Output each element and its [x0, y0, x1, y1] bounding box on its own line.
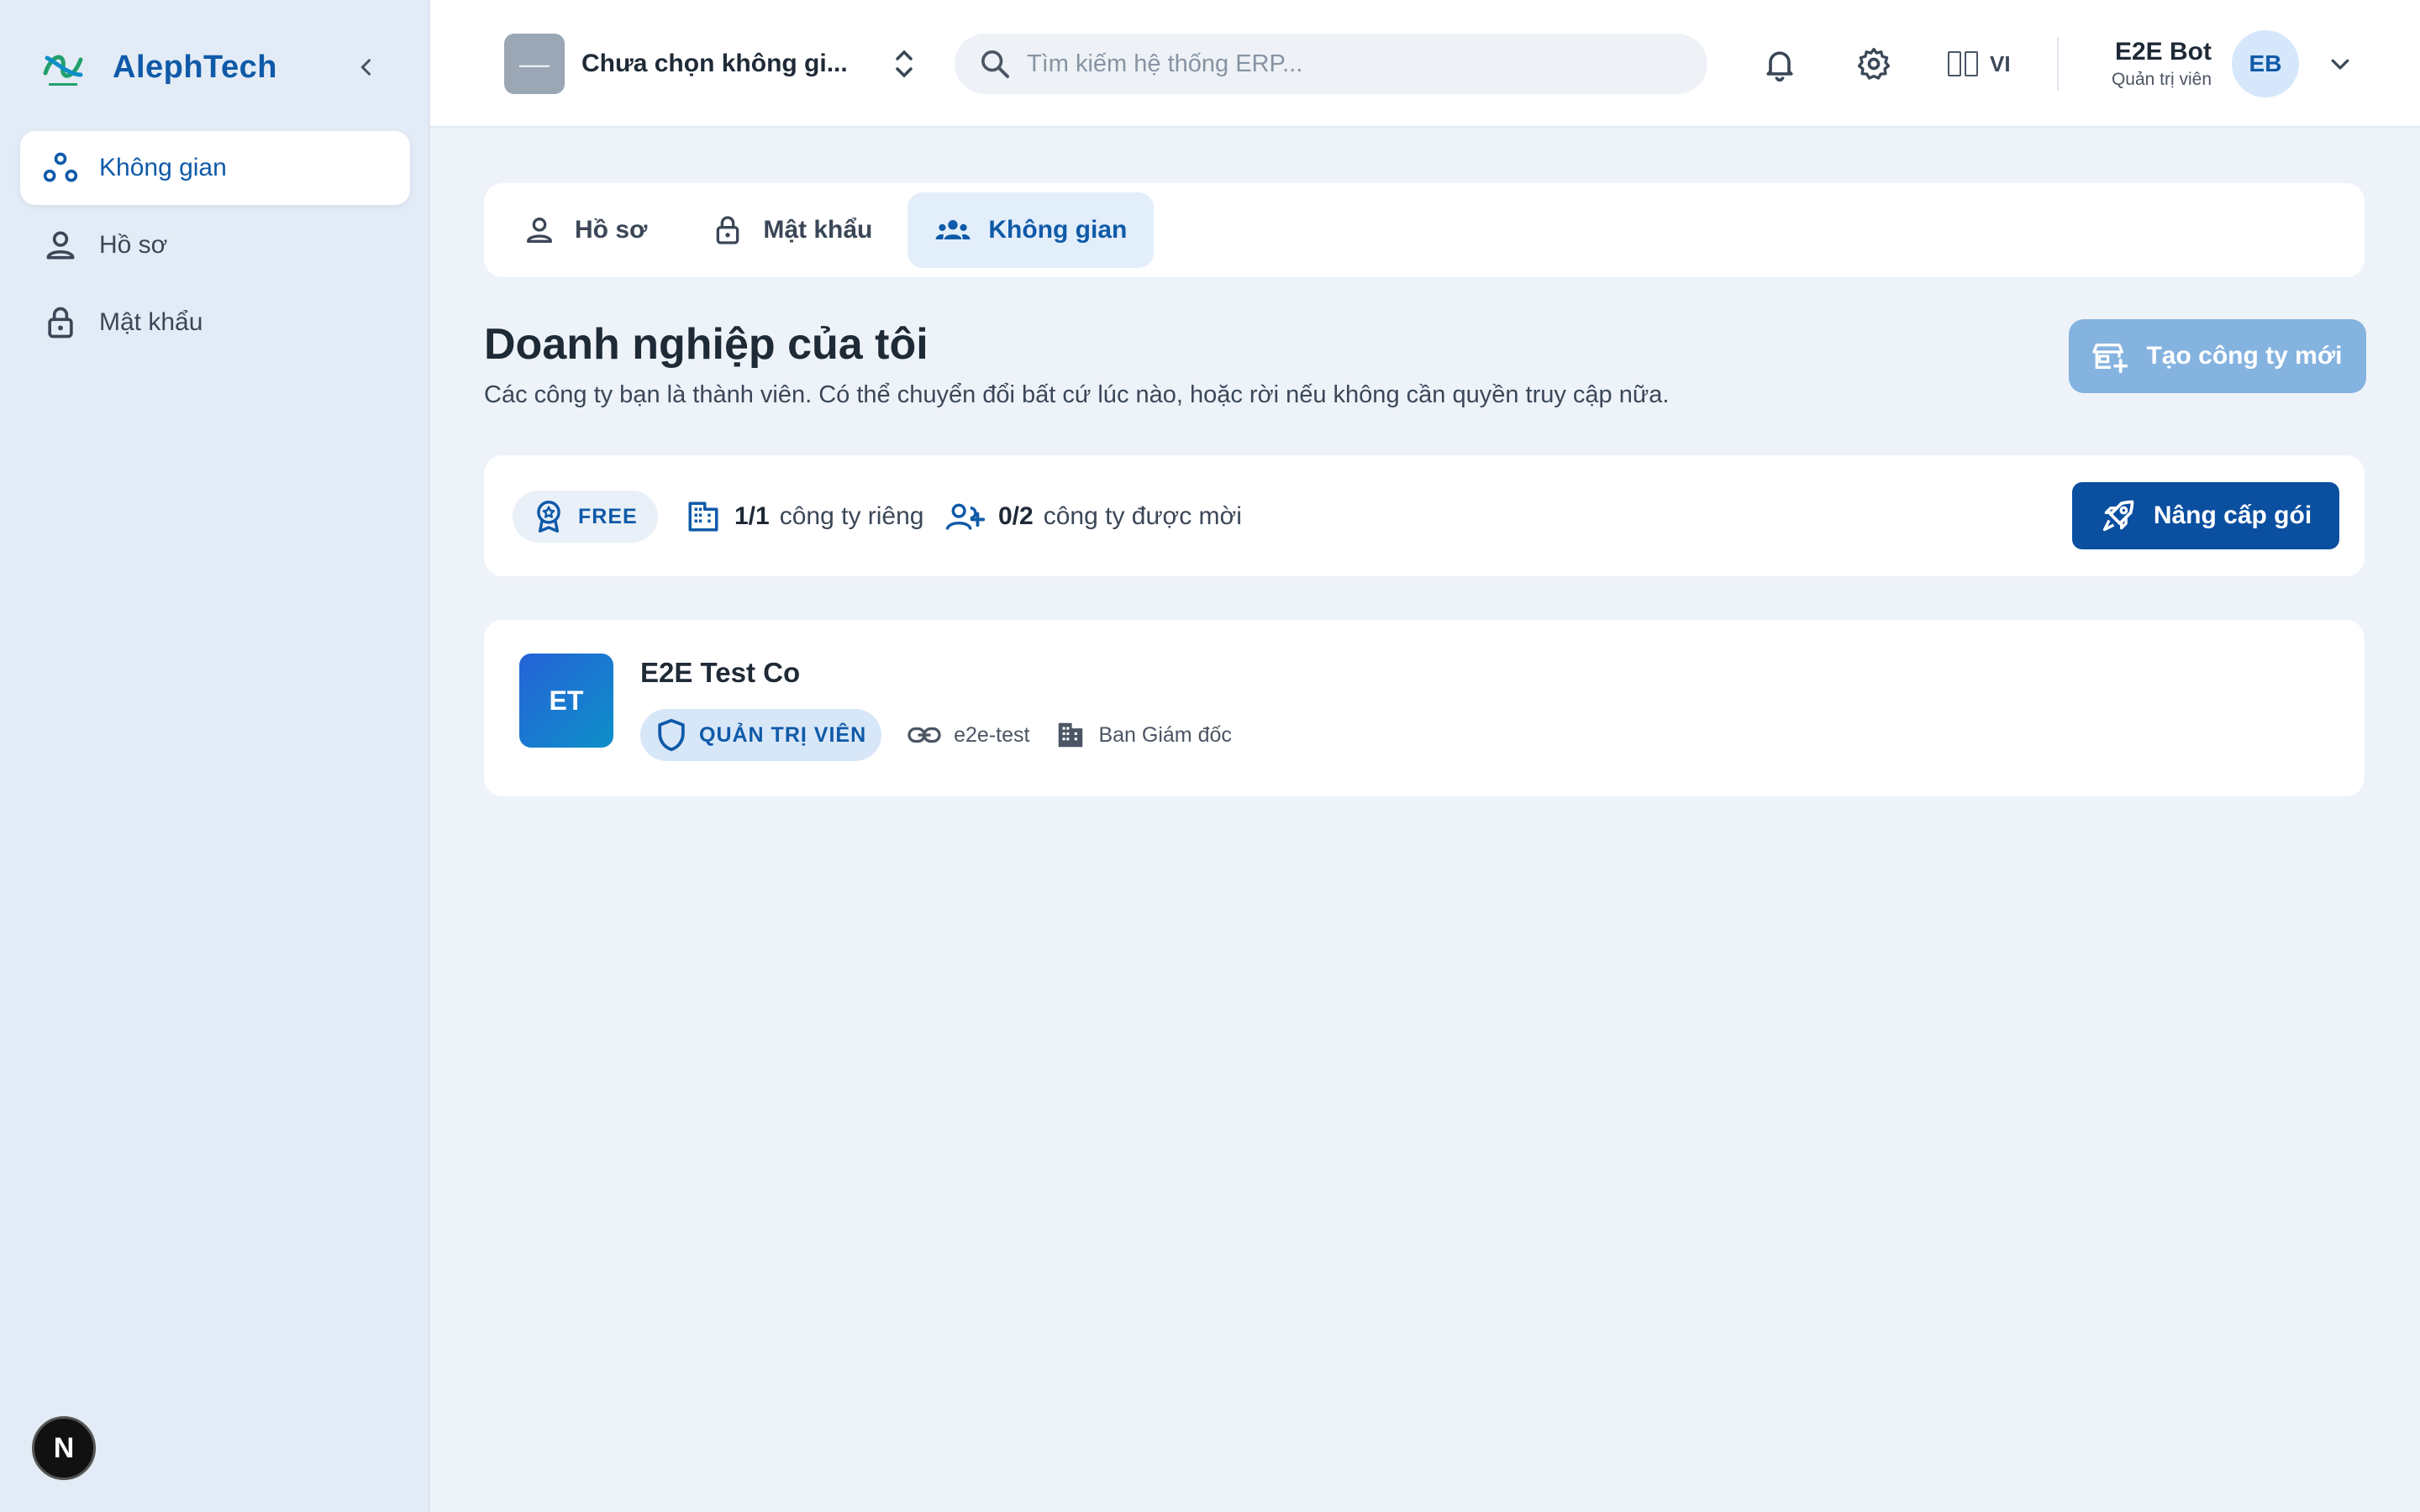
company-department-text: Ban Giám đốc	[1098, 722, 1232, 747]
settings-button[interactable]	[1850, 40, 1897, 87]
add-store-icon	[2092, 339, 2129, 373]
upgrade-plan-button[interactable]: Nâng cấp gói	[2072, 482, 2339, 549]
company-slug: e2e-test	[907, 722, 1029, 748]
workspace-thumb: —	[504, 34, 565, 94]
invited-companies-quota: 0/2 công ty được mời	[944, 496, 1242, 538]
top-header: — Chưa chọn không gi... VI E2E Bot	[430, 0, 2420, 128]
collapse-sidebar-button[interactable]	[346, 47, 387, 87]
workspace-icon	[42, 150, 79, 186]
lock-icon	[709, 212, 746, 249]
page-subtitle: Các công ty bạn là thành viên. Có thể ch…	[484, 381, 1670, 408]
tab-label: Không gian	[988, 216, 1128, 244]
sidebar-item-label: Hồ sơ	[99, 231, 168, 259]
search-icon	[981, 50, 1009, 78]
link-icon	[907, 722, 942, 748]
company-card[interactable]: ET E2E Test Co QUẢN TRỊ VIÊN e2e-test Ba…	[484, 620, 2365, 796]
page-title: Doanh nghiệp của tôi	[484, 320, 929, 369]
role-badge: QUẢN TRỊ VIÊN	[640, 709, 882, 761]
settings-tabs: Hồ sơ Mật khẩu Không gian	[484, 183, 2365, 277]
tab-label: Mật khẩu	[763, 216, 873, 244]
dev-tools-badge[interactable]: N	[32, 1416, 96, 1480]
gear-icon	[1857, 47, 1891, 80]
sidebar-item-profile[interactable]: Hồ sơ	[20, 208, 410, 282]
brand-name: AlephTech	[113, 49, 277, 85]
own-companies-label: công ty riêng	[779, 502, 924, 530]
workspace-selector[interactable]: — Chưa chọn không gi...	[504, 34, 916, 94]
create-company-button[interactable]: Tạo công ty mới	[2069, 319, 2366, 393]
avatar: EB	[2232, 30, 2299, 97]
plan-name: FREE	[578, 504, 638, 528]
building-icon	[1055, 718, 1086, 752]
sidebar: AlephTech Không gian Hồ sơ Mật khẩu N	[0, 0, 430, 1512]
alephtech-logo-icon	[43, 55, 83, 86]
notifications-button[interactable]	[1756, 40, 1803, 87]
tab-label: Hồ sơ	[575, 216, 648, 244]
tab-workspace[interactable]: Không gian	[908, 192, 1155, 268]
user-menu[interactable]: E2E Bot Quản trị viên EB	[2077, 29, 2396, 99]
brand[interactable]: AlephTech	[40, 40, 393, 94]
bell-icon	[1766, 51, 1793, 82]
tab-profile[interactable]: Hồ sơ	[494, 192, 674, 268]
company-slug-text: e2e-test	[954, 722, 1030, 747]
language-code: VI	[1990, 50, 2011, 76]
rocket-icon	[2100, 497, 2137, 534]
sidebar-item-label: Không gian	[99, 154, 227, 181]
add-user-icon	[944, 499, 985, 534]
plan-badge: FREE	[513, 491, 658, 543]
user-name: E2E Bot	[2114, 38, 2212, 66]
user-role: Quản trị viên	[2111, 70, 2212, 89]
user-icon	[521, 212, 558, 249]
shield-icon	[655, 717, 687, 753]
search-box[interactable]	[955, 34, 1707, 94]
role-label: QUẢN TRỊ VIÊN	[699, 722, 867, 747]
award-icon	[533, 499, 565, 534]
sidebar-item-workspace[interactable]: Không gian	[20, 131, 410, 205]
plan-card: FREE 1/1 công ty riêng 0/2 công ty được …	[484, 455, 2365, 576]
language-switcher[interactable]: VI	[1948, 44, 2011, 84]
company-logo: ET	[519, 654, 613, 748]
workspace-name: Chưa chọn không gi...	[581, 50, 848, 77]
sidebar-item-label: Mật khẩu	[99, 308, 203, 336]
sidebar-item-password[interactable]: Mật khẩu	[20, 286, 410, 360]
chevron-left-icon	[360, 59, 371, 76]
header-divider	[2057, 37, 2059, 91]
building-icon	[686, 499, 721, 534]
own-companies-count: 1/1	[734, 502, 770, 530]
flag-icon	[1948, 51, 1978, 76]
group-icon	[934, 212, 971, 249]
company-name: E2E Test Co	[640, 657, 801, 688]
search-input[interactable]	[1027, 50, 1682, 78]
user-icon	[42, 227, 79, 264]
user-info: E2E Bot Quản trị viên	[2077, 38, 2212, 90]
invited-companies-label: công ty được mời	[1043, 502, 1242, 530]
create-company-label: Tạo công ty mới	[2146, 342, 2343, 370]
company-department: Ban Giám đốc	[1055, 718, 1232, 752]
sidebar-nav: Không gian Hồ sơ Mật khẩu	[20, 131, 410, 363]
chevron-up-down-icon	[896, 50, 913, 78]
company-meta: QUẢN TRỊ VIÊN e2e-test Ban Giám đốc	[640, 709, 1232, 761]
own-companies-quota: 1/1 công ty riêng	[686, 496, 924, 538]
invited-companies-count: 0/2	[998, 502, 1034, 530]
upgrade-plan-label: Nâng cấp gói	[2153, 501, 2312, 529]
lock-icon	[42, 304, 79, 341]
tab-password[interactable]: Mật khẩu	[682, 192, 899, 268]
chevron-down-icon	[2331, 59, 2349, 70]
